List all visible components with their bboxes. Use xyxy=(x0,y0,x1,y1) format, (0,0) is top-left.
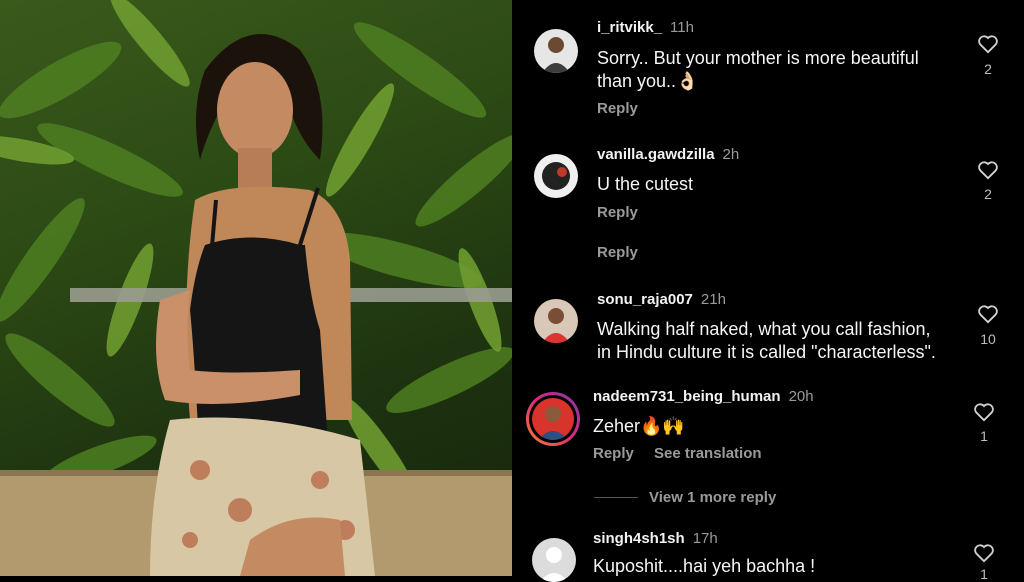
like-count: 2 xyxy=(984,186,992,202)
heart-outline-icon[interactable] xyxy=(973,402,995,422)
comment-time: 21h xyxy=(700,291,726,308)
comment-time: 11h xyxy=(670,19,694,36)
comment-username[interactable]: i_ritvikk_ 11h xyxy=(597,19,694,36)
like-count: 1 xyxy=(980,566,988,582)
post-photo xyxy=(0,0,512,576)
heart-outline-icon[interactable] xyxy=(977,34,999,54)
reply-button[interactable]: Reply xyxy=(593,445,634,462)
avatar[interactable] xyxy=(534,29,578,73)
comment-username[interactable]: nadeem731_being_human 20h xyxy=(593,388,814,405)
heart-outline-icon[interactable] xyxy=(973,543,995,563)
comment-time: 2h xyxy=(722,146,740,163)
heart-outline-icon[interactable] xyxy=(977,304,999,324)
comment-username[interactable]: singh4sh1sh 17h xyxy=(593,530,718,547)
avatar[interactable] xyxy=(532,538,576,582)
reply-button[interactable]: Reply xyxy=(597,244,638,261)
comments-panel: i_ritvikk_ 11h Sorry.. But your mother is… xyxy=(512,0,1024,582)
comment-text: U the cutest xyxy=(597,174,694,194)
like-count: 10 xyxy=(980,331,996,347)
heart-outline-icon[interactable] xyxy=(977,160,999,180)
comment-time: 17h xyxy=(692,530,718,547)
comment-text: Walking half naked, what you call fashio… xyxy=(597,319,936,362)
photo-illustration xyxy=(0,0,512,576)
comment-text: Sorry.. But your mother is more beautifu… xyxy=(597,48,919,91)
see-translation-link[interactable]: See translation xyxy=(654,445,762,462)
comment-time: 20h xyxy=(788,388,814,405)
view-more-replies-button[interactable]: View 1 more reply xyxy=(649,489,776,506)
avatar[interactable] xyxy=(534,154,578,198)
like-count: 1 xyxy=(980,428,988,444)
comment-text: Kuposhit....hai yeh bachha ! xyxy=(593,556,816,576)
comment-text: Zeher🔥🙌 xyxy=(593,416,685,436)
reply-button[interactable]: Reply xyxy=(597,204,638,221)
story-ring-avatar[interactable] xyxy=(526,392,580,446)
like-count: 2 xyxy=(984,61,992,77)
comment-username[interactable]: sonu_raja007 21h xyxy=(597,291,726,308)
divider xyxy=(594,497,638,498)
reply-button[interactable]: Reply xyxy=(597,100,638,117)
comment-username[interactable]: vanilla.gawdzilla 2h xyxy=(597,146,739,163)
avatar[interactable] xyxy=(534,299,578,343)
